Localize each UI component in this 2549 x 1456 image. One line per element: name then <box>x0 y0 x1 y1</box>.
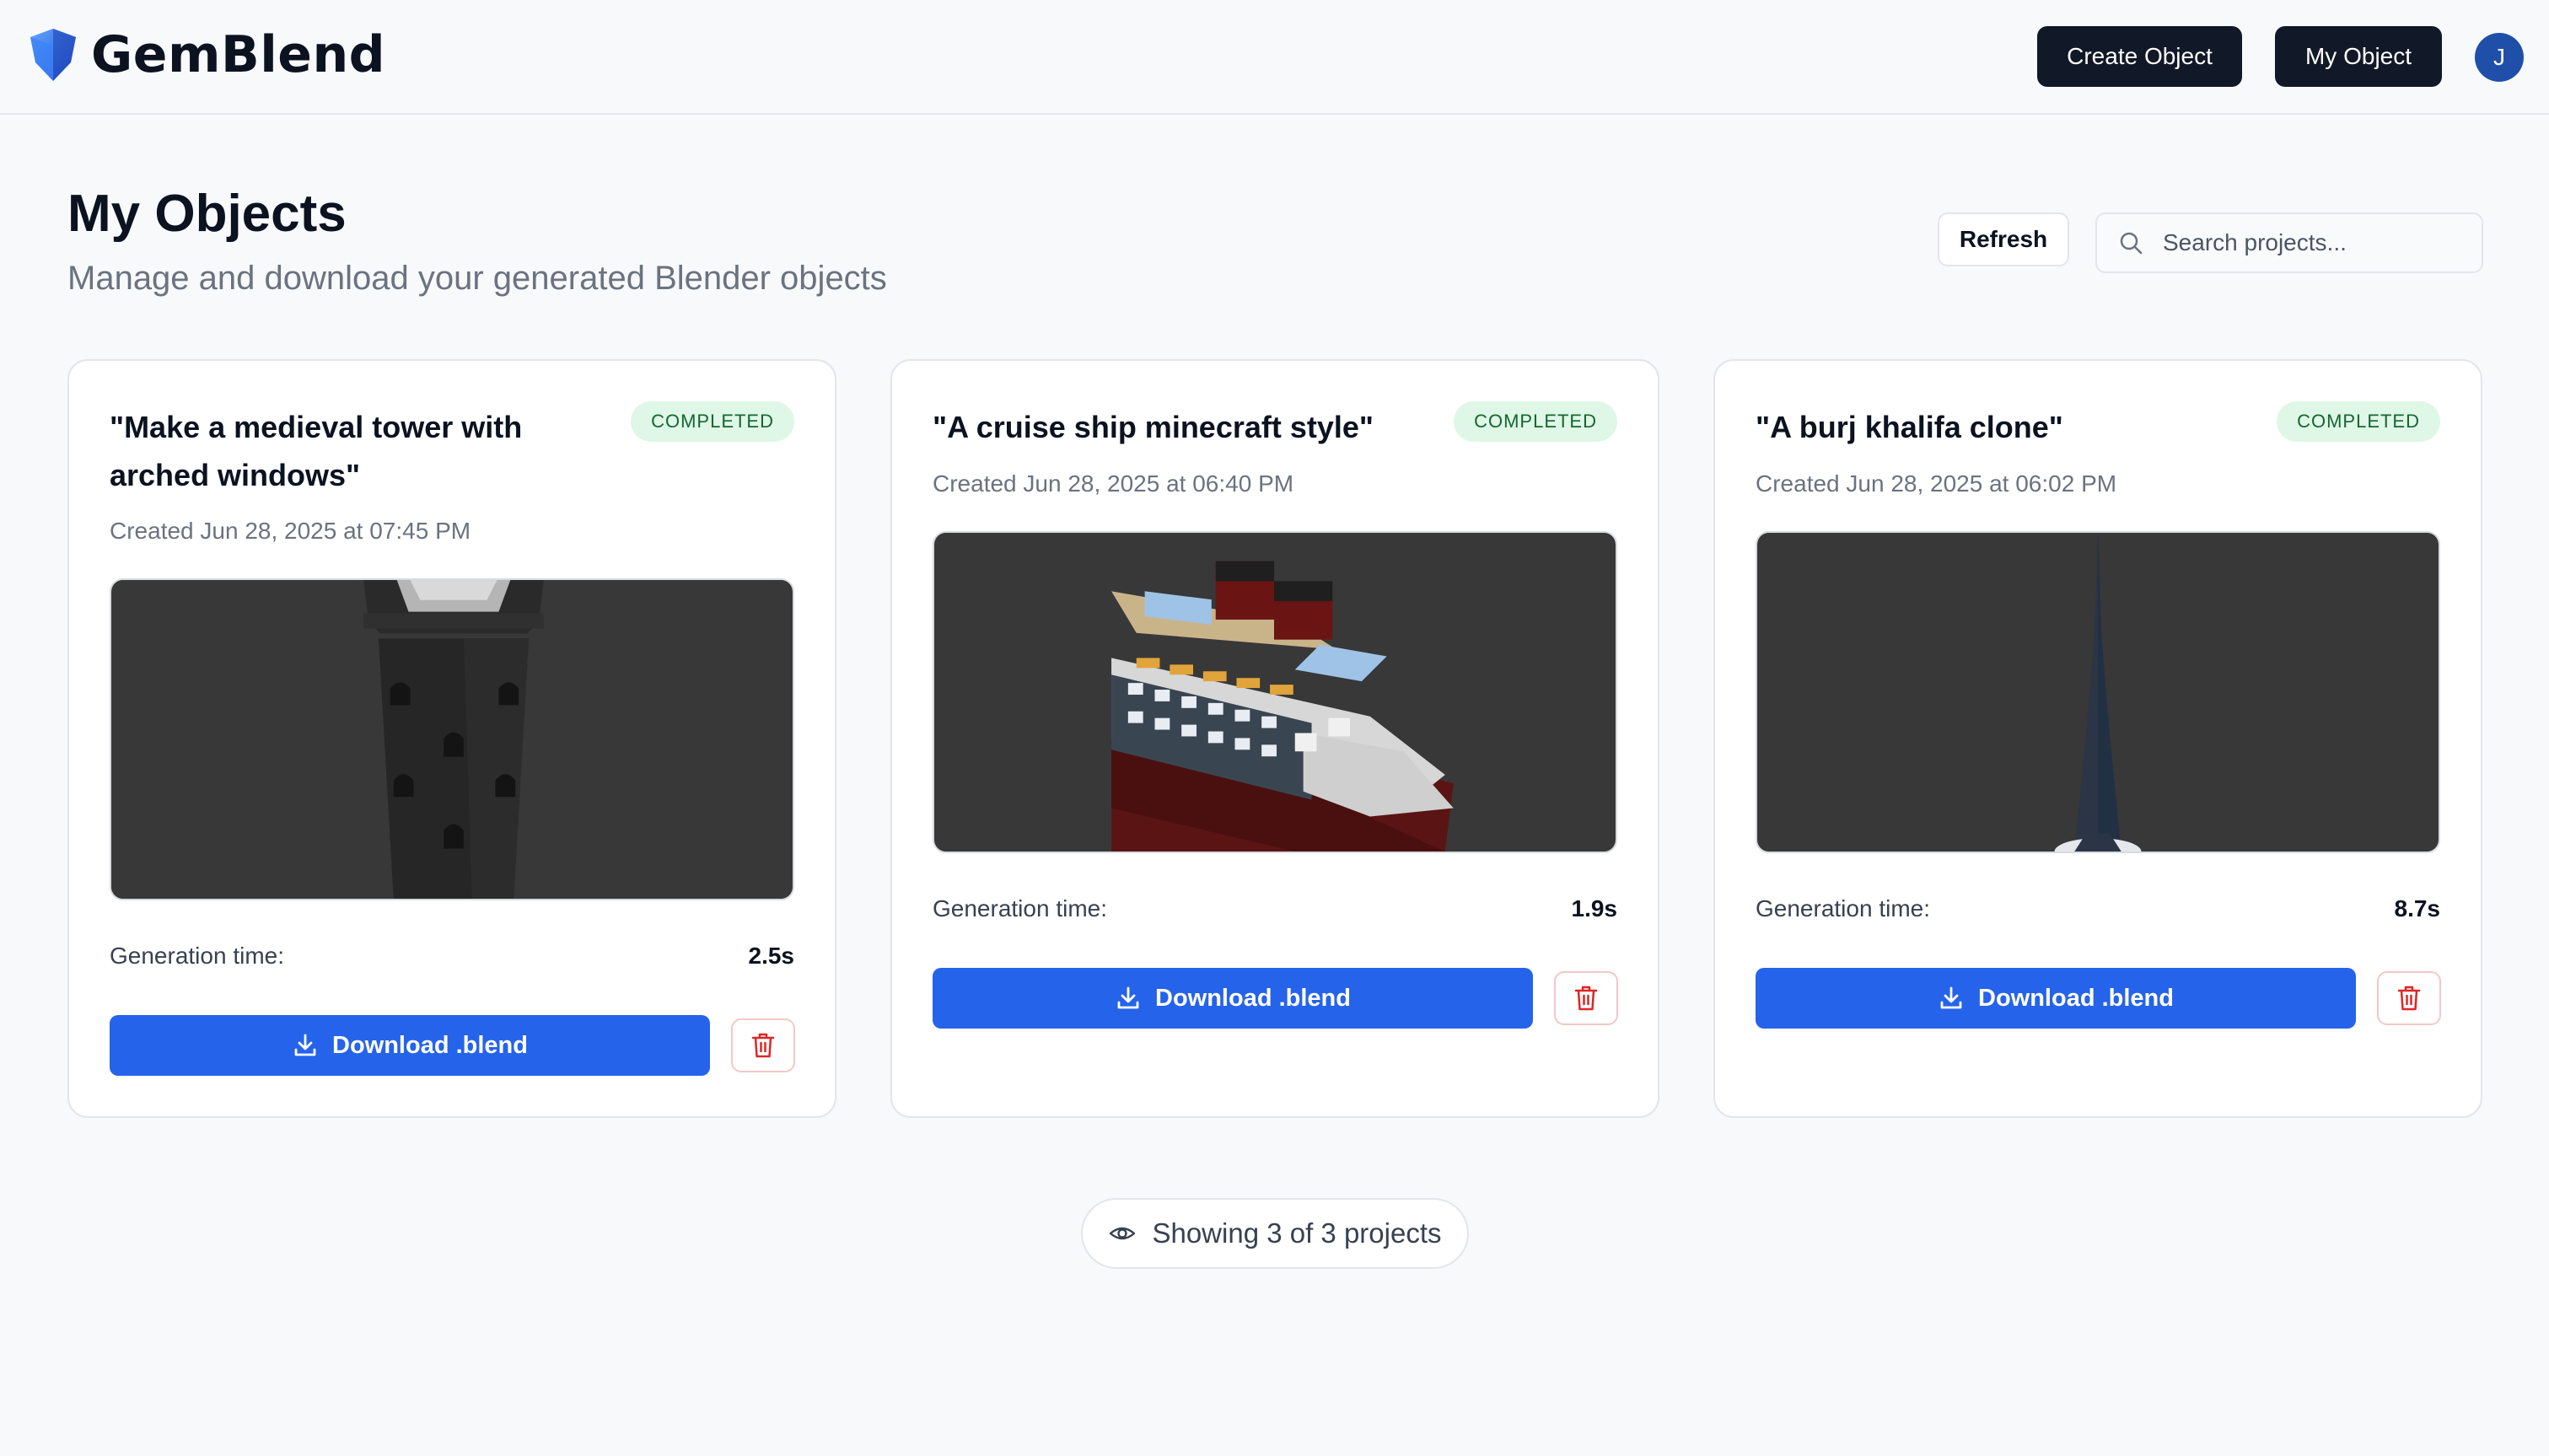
project-count-pill: Showing 3 of 3 projects <box>1081 1198 1469 1269</box>
top-header: GemBlend Create Object My Object J <box>0 0 2549 115</box>
download-blend-button[interactable]: Download .blend <box>110 1015 710 1076</box>
tower-render-image <box>113 580 791 899</box>
status-badge: COMPLETED <box>631 401 794 442</box>
user-avatar[interactable]: J <box>2475 33 2524 82</box>
my-object-button[interactable]: My Object <box>2275 26 2442 87</box>
generation-time-label: Generation time: <box>1756 895 1930 921</box>
download-icon <box>1117 986 1139 1009</box>
download-label: Download .blend <box>1978 984 2174 1012</box>
created-date: Created Jun 28, 2025 at 06:40 PM <box>933 470 1294 497</box>
project-title: "A burj khalifa clone" <box>1756 410 2063 444</box>
project-title: "Make a medieval tower with arched windo… <box>110 410 523 492</box>
trash-icon <box>751 1033 775 1058</box>
created-date: Created Jun 28, 2025 at 06:02 PM <box>1756 470 2117 497</box>
download-icon <box>1940 986 1962 1009</box>
search-box[interactable] <box>2095 212 2483 273</box>
gem-shield-icon <box>30 29 76 81</box>
generation-time-label: Generation time: <box>110 943 284 969</box>
project-count-text: Showing 3 of 3 projects <box>1152 1217 1442 1249</box>
generation-time-value: 8.7s <box>2394 895 2441 921</box>
trash-icon <box>2397 986 2421 1011</box>
delete-project-button[interactable] <box>1554 971 1618 1025</box>
download-label: Download .blend <box>1155 984 1351 1012</box>
trash-icon <box>1574 986 1598 1011</box>
page-title: My Objects <box>67 185 347 243</box>
status-badge: COMPLETED <box>1454 401 1617 442</box>
download-blend-button[interactable]: Download .blend <box>933 968 1533 1029</box>
download-blend-button[interactable]: Download .blend <box>1756 968 2356 1029</box>
burj-render-image <box>1759 533 2437 852</box>
app-logo[interactable]: GemBlend <box>25 25 385 84</box>
created-date: Created Jun 28, 2025 at 07:45 PM <box>110 518 471 544</box>
download-label: Download .blend <box>332 1031 528 1059</box>
eye-icon <box>1110 1227 1136 1240</box>
cruise-ship-preview <box>933 531 1617 853</box>
generation-time-label: Generation time: <box>933 895 1107 921</box>
app-name: GemBlend <box>91 25 386 84</box>
create-object-button[interactable]: Create Object <box>2037 26 2242 87</box>
search-icon <box>2120 232 2143 255</box>
delete-project-button[interactable] <box>2377 971 2441 1025</box>
ship-render-image <box>936 533 1614 852</box>
search-input[interactable] <box>2163 229 2466 256</box>
generation-time-value: 1.9s <box>1571 895 1618 921</box>
refresh-button[interactable]: Refresh <box>1938 212 2069 266</box>
project-card: "A cruise ship minecraft style" COMPLETE… <box>890 359 1659 1118</box>
project-card: "Make a medieval tower with arched windo… <box>67 359 836 1118</box>
burj-khalifa-preview <box>1756 531 2440 853</box>
project-title: "A cruise ship minecraft style" <box>933 410 1374 444</box>
status-badge: COMPLETED <box>2277 401 2440 442</box>
medieval-tower-preview <box>110 578 794 900</box>
project-card: "A burj khalifa clone" COMPLETED Created… <box>1713 359 2482 1118</box>
download-icon <box>294 1034 316 1056</box>
generation-time-value: 2.5s <box>748 943 795 969</box>
page-subtitle: Manage and download your generated Blend… <box>67 260 887 297</box>
delete-project-button[interactable] <box>731 1018 795 1072</box>
